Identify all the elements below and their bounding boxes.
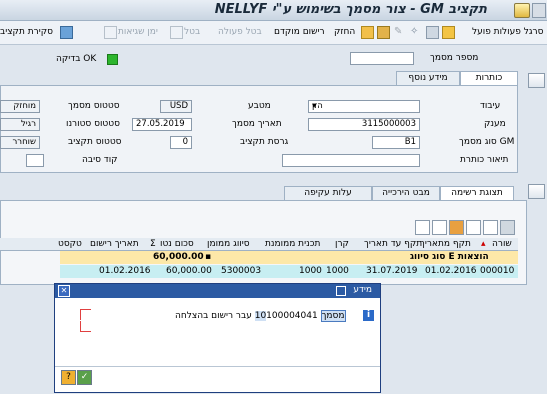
help-button[interactable]: ? bbox=[61, 370, 76, 385]
row-amount: 60,000.00 bbox=[166, 266, 212, 276]
tab-hierarchy[interactable]: מבט הירכייה bbox=[372, 186, 440, 200]
dialog-divider bbox=[55, 366, 380, 367]
tab-headers[interactable]: כותרות bbox=[460, 71, 518, 85]
col-program[interactable]: תכנית ממומנת bbox=[265, 239, 320, 249]
dialog-message: מסמך 10100004041 עבר רישום בהצלחה bbox=[175, 310, 346, 322]
row-valid-from: 01.02.2016 bbox=[425, 266, 477, 276]
currency-field[interactable]: USD bbox=[160, 100, 192, 113]
dialog-title: מידע bbox=[353, 285, 372, 295]
col-line[interactable]: שורה bbox=[492, 239, 512, 249]
process-dropdown[interactable]: הזן ▾ bbox=[308, 100, 420, 113]
folder-icon[interactable] bbox=[377, 26, 390, 39]
ok-button[interactable]: ✓ bbox=[77, 370, 92, 385]
row-post-date: 01.02.2016 bbox=[99, 266, 151, 276]
info-dialog: מידע ✕ i מסמך 10100004041 עבר רישום בהצל… bbox=[54, 283, 381, 393]
close-icon[interactable]: ✕ bbox=[58, 285, 70, 297]
budget-status-field[interactable]: שוחרר bbox=[0, 136, 40, 149]
doc-date-label: תאריך מסמך bbox=[232, 119, 282, 129]
print-icon[interactable] bbox=[500, 220, 515, 235]
tab-overhead[interactable]: עלות עקיפה bbox=[284, 186, 372, 200]
check-ok-label: בדיקה OK bbox=[56, 54, 97, 64]
dialog-header: מידע ✕ bbox=[55, 284, 380, 298]
currency-label: מטבע bbox=[248, 101, 271, 111]
doc-status-field[interactable]: מוחזק bbox=[0, 100, 40, 113]
reason-code-label: קוד סיבה bbox=[82, 155, 118, 165]
window-menu-icon[interactable] bbox=[514, 3, 530, 18]
tab-list-view[interactable]: תצוגת רשימה bbox=[440, 186, 514, 200]
headers-panel bbox=[0, 85, 518, 173]
row-valid-to: 31.07.2019 bbox=[366, 266, 418, 276]
group-label: סוג סיווג E הוצאות bbox=[410, 252, 489, 262]
row-line: 000010 bbox=[480, 266, 515, 276]
copy-icon[interactable] bbox=[426, 26, 439, 39]
filter-icon[interactable] bbox=[449, 220, 464, 235]
grid-toolbar bbox=[415, 220, 517, 235]
doc-date-field[interactable]: 27.05.2019 bbox=[132, 118, 192, 131]
toolbar-actions-button[interactable]: סרגל פעולות פועל bbox=[472, 27, 543, 37]
dialog-info-icon bbox=[336, 286, 346, 296]
budget-overview-button[interactable]: סקירת תקציב bbox=[0, 27, 53, 37]
col-text[interactable]: טקסט bbox=[58, 239, 82, 249]
sort-marker-icon: ▴ bbox=[481, 239, 486, 249]
details-icon[interactable] bbox=[483, 220, 498, 235]
row-class: 5300003 bbox=[221, 266, 262, 276]
tab-more-info[interactable]: מידע נוסף bbox=[396, 71, 460, 85]
col-post-date[interactable]: תאריך רישום bbox=[90, 239, 139, 249]
collapse-items-button[interactable] bbox=[528, 184, 545, 199]
reason-code-field[interactable] bbox=[26, 154, 44, 167]
sort-icon[interactable] bbox=[466, 220, 481, 235]
wand-icon[interactable]: ✧ bbox=[410, 26, 421, 37]
col-class[interactable]: סיווג ממומן bbox=[207, 239, 250, 249]
grant-field[interactable]: 3115000003 bbox=[308, 118, 420, 131]
message-suffix: עבר רישום בהצלחה bbox=[175, 311, 252, 321]
focus-corner bbox=[80, 309, 91, 320]
grant-label: מענק bbox=[484, 119, 506, 129]
header-desc-field[interactable] bbox=[282, 154, 420, 167]
col-net-amount[interactable]: סכום נטו bbox=[160, 239, 194, 249]
doc-status-label: סטטוס מסמך bbox=[68, 101, 120, 111]
message-prefix: מסמך bbox=[320, 310, 346, 322]
budget-version-field[interactable]: 0 bbox=[170, 136, 192, 149]
header-desc-label: תיאור כותרת bbox=[460, 155, 509, 165]
sum-icon: Σ bbox=[150, 239, 156, 249]
col-valid-from[interactable]: תקף מתאריך bbox=[420, 239, 471, 249]
delete-row-icon[interactable] bbox=[432, 220, 447, 235]
row-program: 1000 bbox=[299, 266, 322, 276]
process-label: עיבוד bbox=[480, 101, 501, 111]
note-icon[interactable] bbox=[442, 26, 455, 39]
insert-row-icon[interactable] bbox=[415, 220, 430, 235]
group-bullet: ▪ bbox=[205, 252, 212, 262]
col-valid-to[interactable]: תקף עד תאריך bbox=[364, 239, 422, 249]
document-number-label: מספר מסמך bbox=[430, 53, 479, 63]
overview-icon[interactable] bbox=[60, 26, 73, 39]
park-button[interactable]: רישום מוקדם bbox=[274, 27, 325, 37]
undo-button[interactable]: בטל bbox=[184, 27, 200, 37]
row-fund: 1000 bbox=[326, 266, 349, 276]
focus-corner-bottom bbox=[80, 321, 91, 332]
info-icon: i bbox=[363, 310, 374, 321]
reversal-status-label: סטטוס סטורנו bbox=[66, 119, 120, 129]
gm-type-field[interactable]: B1 bbox=[372, 136, 420, 149]
window-icon bbox=[532, 3, 546, 18]
document-number-field[interactable] bbox=[350, 52, 414, 65]
copy-document-icon[interactable] bbox=[361, 26, 374, 39]
reversal-status-field[interactable]: רגיל bbox=[0, 118, 40, 131]
error-log-button[interactable]: ימן שגיאות bbox=[118, 27, 158, 37]
log-icon[interactable] bbox=[170, 26, 183, 39]
check-ok-icon bbox=[107, 54, 118, 65]
window-title: תקציב GM - צור מסמך בשימוש ע"י NELLYF bbox=[214, 2, 487, 17]
hold-button[interactable]: החזק bbox=[334, 27, 355, 37]
chevron-down-icon: ▾ bbox=[312, 101, 317, 111]
message-number: 100004041 bbox=[266, 311, 318, 321]
col-fund[interactable]: קרן bbox=[335, 239, 349, 249]
budget-version-label: גרסת תקציב bbox=[240, 137, 289, 147]
budget-status-label: סטטוס תקציב bbox=[68, 137, 122, 147]
cancel-action-button[interactable]: בטל פעולה bbox=[218, 27, 262, 37]
collapse-header-button[interactable] bbox=[528, 73, 545, 88]
gm-type-label: סוג מסמך GM bbox=[459, 137, 515, 147]
message-highlight: 10 bbox=[254, 311, 267, 321]
pencil-icon[interactable]: ✎ bbox=[394, 26, 405, 37]
group-total: 60,000.00 bbox=[153, 252, 204, 262]
log-disabled-icon bbox=[104, 26, 117, 39]
